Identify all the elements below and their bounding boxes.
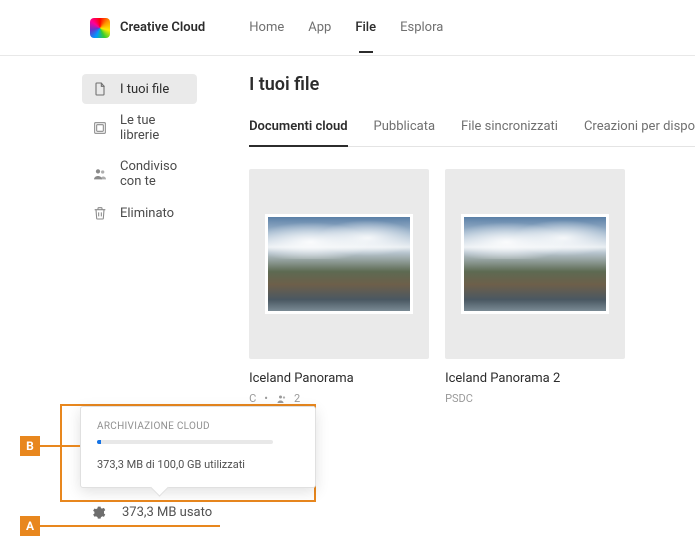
- sidebar: I tuoi file Le tue librerie Condiviso co…: [0, 74, 209, 405]
- annotation-marker-a: A: [20, 516, 220, 536]
- file-icon: [92, 81, 108, 97]
- creative-cloud-logo-icon: [90, 18, 110, 38]
- storage-popover-title: ARCHIVIAZIONE CLOUD: [97, 421, 299, 432]
- tab-synced-files[interactable]: File sincronizzati: [461, 119, 558, 146]
- annotation-line: [40, 445, 80, 447]
- tabs: Documenti cloud Pubblicata File sincroni…: [249, 119, 695, 147]
- content-area: I tuoi file Documenti cloud Pubblicata F…: [209, 74, 695, 405]
- storage-progress-fill: [97, 440, 101, 444]
- file-name: Iceland Panorama 2: [445, 371, 625, 386]
- sidebar-item-shared[interactable]: Condiviso con te: [82, 152, 197, 196]
- trash-icon: [92, 205, 108, 221]
- storage-popover: ARCHIVIAZIONE CLOUD 373,3 MB di 100,0 GB…: [80, 406, 316, 488]
- nav-home[interactable]: Home: [249, 2, 284, 53]
- brand-name: Creative Cloud: [120, 20, 205, 35]
- file-type-suffix: C: [249, 392, 256, 405]
- file-card[interactable]: Iceland Panorama 2 PSDC: [445, 169, 625, 405]
- people-icon: [92, 166, 108, 182]
- file-name: Iceland Panorama: [249, 371, 429, 386]
- shared-count: 2: [294, 392, 300, 405]
- tab-cloud-documents[interactable]: Documenti cloud: [249, 119, 347, 146]
- sidebar-item-deleted[interactable]: Eliminato: [82, 198, 197, 228]
- main-area: I tuoi file Le tue librerie Condiviso co…: [0, 56, 695, 405]
- brand: Creative Cloud: [90, 18, 205, 38]
- nav-esplora[interactable]: Esplora: [400, 2, 443, 53]
- separator-dot: [262, 392, 270, 405]
- file-card[interactable]: Iceland Panorama C 2: [249, 169, 429, 405]
- tab-published[interactable]: Pubblicata: [374, 119, 436, 146]
- storage-popover-text: 373,3 MB di 100,0 GB utilizzati: [97, 458, 299, 471]
- storage-progress-track: [97, 440, 273, 444]
- page-title: I tuoi file: [249, 74, 695, 95]
- nav-file[interactable]: File: [355, 2, 376, 53]
- annotation-marker-b: B: [20, 436, 80, 456]
- sidebar-item-your-files[interactable]: I tuoi file: [82, 74, 197, 104]
- sidebar-item-label: Le tue librerie: [120, 113, 187, 143]
- sidebar-item-label: I tuoi file: [120, 82, 169, 97]
- file-meta: C 2: [249, 392, 429, 405]
- file-thumbnail: [249, 169, 429, 359]
- annotation-label-b: B: [20, 436, 40, 456]
- annotation-line: [40, 525, 220, 527]
- file-grid: Iceland Panorama C 2 Iceland Panorama 2 …: [249, 169, 695, 405]
- sidebar-item-label: Eliminato: [120, 206, 174, 221]
- top-bar: Creative Cloud Home App File Esplora: [0, 0, 695, 56]
- file-meta: PSDC: [445, 392, 625, 405]
- nav-app[interactable]: App: [308, 2, 331, 53]
- shared-icon: [276, 393, 288, 405]
- sidebar-item-libraries[interactable]: Le tue librerie: [82, 106, 197, 150]
- sidebar-item-label: Condiviso con te: [120, 159, 187, 189]
- file-thumbnail: [445, 169, 625, 359]
- annotation-label-a: A: [20, 516, 40, 536]
- file-type: PSDC: [445, 392, 473, 405]
- tab-device-creations[interactable]: Creazioni per dispo: [584, 119, 695, 146]
- libraries-icon: [92, 120, 108, 136]
